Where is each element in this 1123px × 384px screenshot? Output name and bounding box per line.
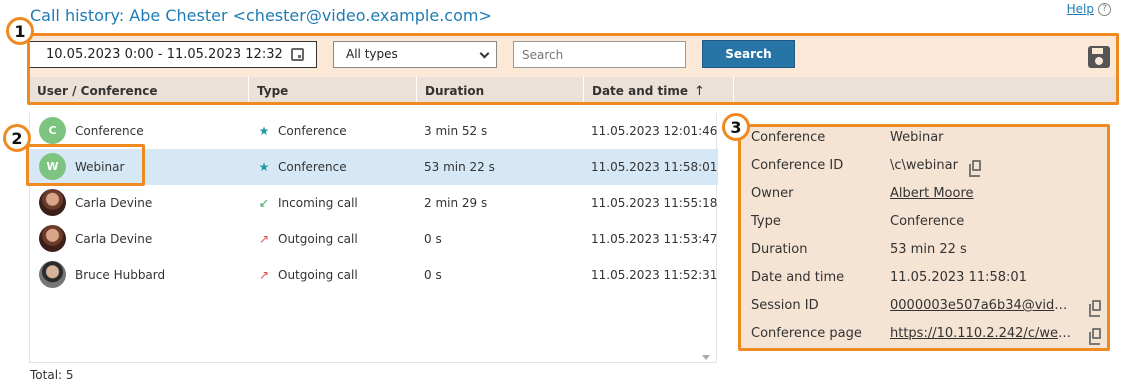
column-header-duration-label: Duration	[425, 84, 485, 98]
detail-value: 11.05.2023 11:58:01	[890, 270, 1027, 285]
detail-session-id: Session ID 0000003e507a6b34@video.exampl…	[740, 292, 1109, 320]
column-header-datetime[interactable]: Date and time ↑	[584, 77, 734, 105]
row-type: ★ Conference	[258, 113, 347, 149]
page-title: Call history: Abe Chester <chester@video…	[30, 6, 492, 25]
row-name: Conference	[75, 124, 144, 138]
row-type-label: Conference	[278, 124, 347, 138]
callout-badge-1: 1	[6, 17, 34, 45]
column-header-duration[interactable]: Duration	[417, 77, 584, 105]
chevron-down-icon	[479, 48, 490, 59]
incoming-call-icon: ↙	[258, 196, 270, 210]
star-icon: ★	[258, 124, 270, 138]
call-list: C Conference ★ Conference 3 min 52 s 11.0…	[29, 113, 718, 363]
row-duration: 2 min 29 s	[424, 196, 488, 210]
detail-label: Date and time	[751, 270, 845, 285]
date-range-field[interactable]: 10.05.2023 0:00 - 11.05.2023 12:32	[29, 41, 317, 68]
row-name: Bruce Hubbard	[75, 268, 166, 282]
row-datetime: 11.05.2023 11:53:47	[591, 232, 718, 246]
column-header-user-label: User / Conference	[37, 84, 158, 98]
row-type-label: Outgoing call	[278, 268, 358, 282]
table-row[interactable]: Carla Devine ↙ Incoming call 2 min 29 s 1…	[30, 185, 718, 221]
avatar: W	[39, 153, 66, 180]
detail-owner: Owner Albert Moore	[740, 180, 1109, 208]
call-details-panel: Conference Webinar Conference ID \c\webi…	[740, 124, 1109, 349]
calendar-icon[interactable]	[291, 48, 304, 61]
avatar	[39, 189, 66, 216]
detail-label: Type	[751, 214, 781, 229]
table-header: User / Conference Type Duration Date and…	[29, 77, 1117, 105]
detail-label: Conference	[751, 130, 826, 145]
detail-type: Type Conference	[740, 208, 1109, 236]
detail-label: Session ID	[751, 298, 819, 313]
total-count: Total: 5	[30, 368, 74, 382]
detail-label: Conference ID	[751, 158, 844, 173]
filter-toolbar: 10.05.2023 0:00 - 11.05.2023 12:32 All t…	[29, 35, 1117, 77]
table-row-selected[interactable]: W Webinar ★ Conference 53 min 22 s 11.05.…	[30, 149, 718, 185]
sort-ascending-icon[interactable]: ↑	[694, 78, 705, 106]
star-icon: ★	[258, 160, 270, 174]
detail-conference: Conference Webinar	[740, 124, 1109, 152]
search-input[interactable]	[513, 41, 686, 68]
type-filter-select[interactable]: All types	[333, 41, 497, 68]
column-header-datetime-label: Date and time	[592, 84, 689, 98]
table-row[interactable]: Carla Devine ↗ Outgoing call 0 s 11.05.20…	[30, 221, 718, 257]
avatar	[39, 261, 66, 288]
row-duration: 0 s	[424, 268, 442, 282]
scroll-down-icon[interactable]	[702, 355, 710, 360]
column-header-user[interactable]: User / Conference	[29, 77, 249, 105]
row-duration: 0 s	[424, 232, 442, 246]
detail-label: Owner	[751, 186, 794, 201]
row-type: ★ Conference	[258, 149, 347, 185]
callout-badge-3: 3	[722, 113, 750, 141]
row-type: ↗ Outgoing call	[258, 221, 358, 257]
row-datetime: 11.05.2023 12:01:46	[591, 124, 718, 138]
callout-badge-2: 2	[3, 124, 31, 152]
row-type: ↗ Outgoing call	[258, 257, 358, 293]
row-type-label: Outgoing call	[278, 232, 358, 246]
row-datetime: 11.05.2023 11:52:31	[591, 268, 718, 282]
detail-conference-page: Conference page https://10.110.2.242/c/w…	[740, 320, 1109, 348]
detail-value: \c\webinar	[890, 158, 958, 173]
help-icon[interactable]: ?	[1098, 2, 1111, 16]
table-row[interactable]: Bruce Hubbard ↗ Outgoing call 0 s 11.05.2…	[30, 257, 718, 293]
detail-conference-id: Conference ID \c\webinar	[740, 152, 1109, 180]
detail-label: Duration	[751, 242, 808, 257]
help-link[interactable]: Help	[1067, 2, 1094, 16]
copy-icon[interactable]	[1089, 328, 1101, 345]
copy-icon[interactable]	[969, 160, 981, 177]
detail-duration: Duration 53 min 22 s	[740, 236, 1109, 264]
copy-icon[interactable]	[1089, 300, 1101, 317]
row-type-label: Conference	[278, 160, 347, 174]
row-name: Webinar	[75, 160, 125, 174]
row-type: ↙ Incoming call	[258, 185, 358, 221]
avatar	[39, 225, 66, 252]
row-datetime: 11.05.2023 11:55:18	[591, 196, 718, 210]
detail-value: 53 min 22 s	[890, 242, 967, 257]
table-row[interactable]: C Conference ★ Conference 3 min 52 s 11.0…	[30, 113, 718, 149]
detail-datetime: Date and time 11.05.2023 11:58:01	[740, 264, 1109, 292]
row-duration: 3 min 52 s	[424, 124, 488, 138]
date-range-value: 10.05.2023 0:00 - 11.05.2023 12:32	[46, 47, 283, 62]
type-filter-value: All types	[346, 47, 398, 61]
owner-link[interactable]: Albert Moore	[890, 180, 974, 208]
detail-value: Conference	[890, 214, 965, 229]
row-name: Carla Devine	[75, 232, 153, 246]
detail-value: Webinar	[890, 130, 944, 145]
save-icon[interactable]	[1088, 46, 1110, 68]
conference-page-link[interactable]: https://10.110.2.242/c/webinar	[890, 320, 1074, 348]
outgoing-call-icon: ↗	[258, 232, 270, 246]
row-datetime: 11.05.2023 11:58:01	[591, 160, 718, 174]
avatar: C	[39, 117, 66, 144]
outgoing-call-icon: ↗	[258, 268, 270, 282]
column-header-type[interactable]: Type	[249, 77, 417, 105]
column-header-type-label: Type	[257, 84, 289, 98]
row-name: Carla Devine	[75, 196, 153, 210]
detail-label: Conference page	[751, 326, 862, 341]
row-type-label: Incoming call	[278, 196, 358, 210]
help-link-group[interactable]: Help ?	[1067, 2, 1111, 16]
search-button[interactable]: Search	[702, 40, 795, 68]
session-id-link[interactable]: 0000003e507a6b34@video.example.com	[890, 292, 1074, 320]
row-duration: 53 min 22 s	[424, 160, 495, 174]
